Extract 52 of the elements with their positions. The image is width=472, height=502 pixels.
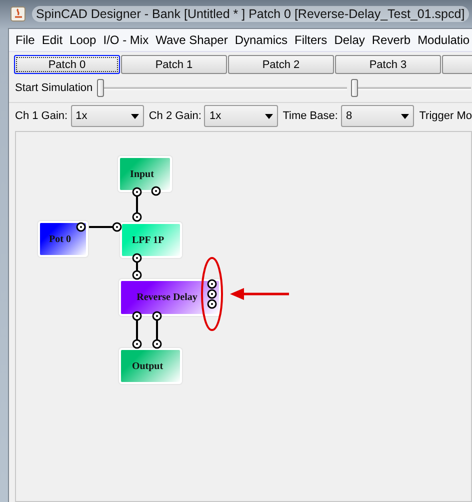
menu-item[interactable]: I/O - Mix — [100, 33, 152, 47]
block-node[interactable]: Reverse Delay — [119, 279, 221, 316]
control-label: Time Base: — [282, 110, 338, 122]
pin-icon[interactable] — [132, 270, 142, 280]
menu-item[interactable]: File — [12, 33, 38, 47]
control-label: Ch 2 Gain: — [148, 110, 202, 122]
menu-item[interactable]: Filters — [291, 33, 331, 47]
slider-thumb[interactable] — [350, 79, 358, 97]
pin-icon[interactable] — [132, 212, 142, 222]
pin-icon[interactable] — [132, 253, 142, 263]
pin-icon[interactable] — [132, 187, 142, 197]
caret-icon — [264, 114, 273, 118]
pin-icon[interactable] — [132, 339, 142, 349]
dropdown[interactable]: 8 — [340, 105, 414, 127]
pin-icon[interactable] — [207, 279, 217, 289]
caret-icon — [130, 114, 139, 118]
block-node[interactable]: Input — [118, 156, 172, 192]
menu-item[interactable]: Edit — [38, 33, 66, 47]
block-node[interactable]: Output — [119, 348, 182, 384]
control-label: Ch 1 Gain: — [15, 110, 68, 122]
menu-item[interactable]: Loop — [66, 33, 100, 47]
arrow-icon — [230, 288, 289, 300]
slider[interactable] — [96, 78, 347, 98]
pin-icon[interactable] — [152, 339, 162, 349]
patch-tab[interactable]: Patch 3 — [335, 55, 441, 74]
patch-canvas[interactable]: Input Pot 0 LPF 1P Reverse Delay Output — [15, 131, 472, 502]
patch-tab[interactable]: Patch 0 — [14, 55, 120, 74]
block-node[interactable]: Pot 0 — [38, 221, 88, 257]
dropdown[interactable]: 1x — [204, 105, 278, 127]
patch-tab[interactable]: Patch 1 — [121, 55, 227, 74]
dropdown[interactable]: 1x — [70, 105, 144, 127]
menu-item[interactable]: Reverb — [368, 33, 414, 47]
pin-icon[interactable] — [76, 222, 86, 232]
menu-item[interactable]: Delay — [330, 33, 368, 47]
app-icon — [10, 6, 26, 22]
slider[interactable] — [350, 78, 471, 98]
menu-item[interactable]: Dynamics — [231, 33, 292, 47]
pin-icon[interactable] — [132, 311, 142, 321]
simulation-label: Start Simulation — [15, 82, 93, 94]
pin-icon[interactable] — [152, 311, 162, 321]
patch-tab[interactable]: Patch 2 — [228, 55, 334, 74]
menu-item[interactable]: Wave Shaper — [152, 33, 232, 47]
control-label: Trigger Mo — [419, 110, 472, 122]
pin-icon[interactable] — [207, 299, 217, 309]
caret-icon — [401, 114, 410, 118]
menu-item[interactable]: Modulatio — [414, 33, 472, 47]
pin-icon[interactable] — [112, 222, 122, 232]
window-title: SpinCAD Designer - Bank [Untitled * ] Patch 0 [Reverse-Delay_Test_01.spcd] — [32, 6, 469, 22]
slider-thumb[interactable] — [96, 79, 104, 97]
block-node[interactable]: LPF 1P — [120, 222, 182, 258]
pin-icon[interactable] — [207, 289, 217, 299]
pin-icon[interactable] — [151, 186, 161, 196]
